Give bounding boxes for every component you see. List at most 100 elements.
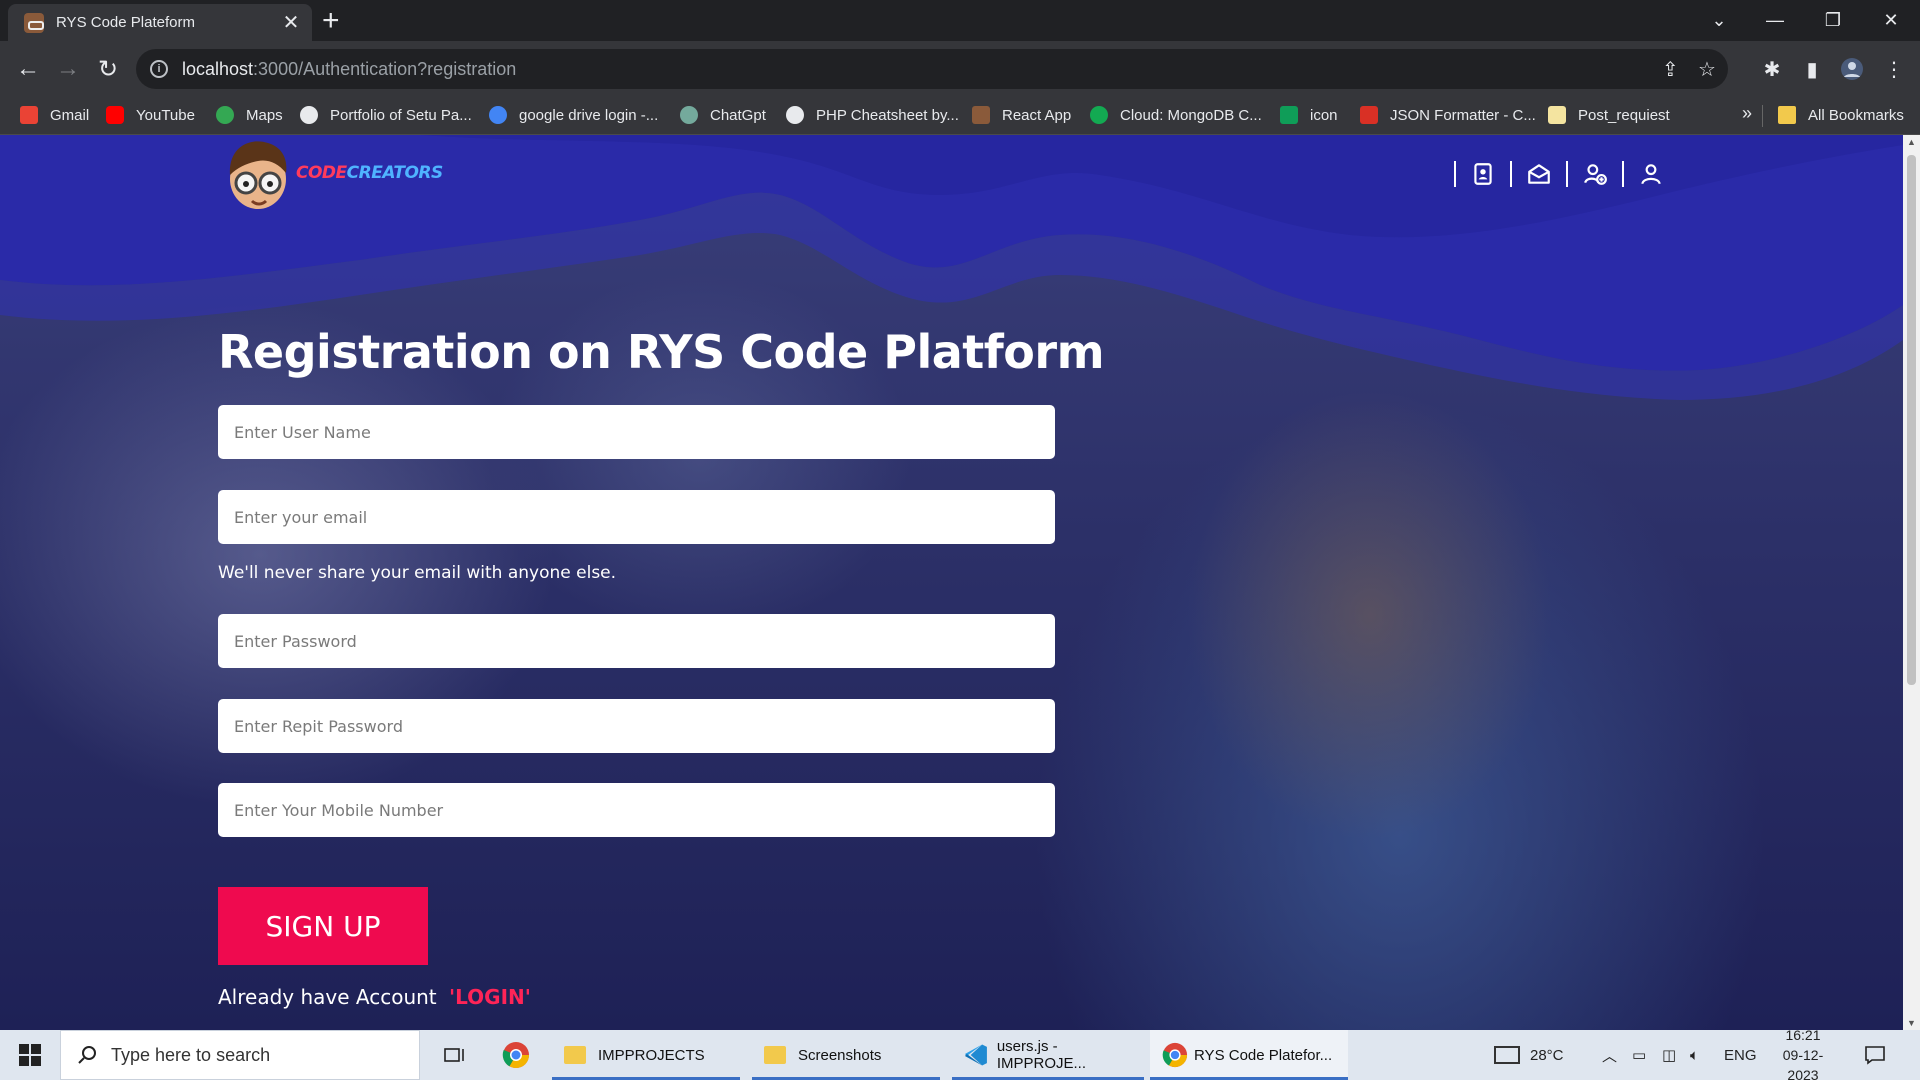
nav-divider	[1510, 161, 1512, 187]
taskbar-app-vscode[interactable]: users.js - IMPPROJE...	[952, 1030, 1144, 1080]
maps-icon	[216, 106, 234, 124]
site-favicon-icon	[24, 12, 44, 33]
bookmark-star-icon[interactable]: ☆	[1698, 57, 1716, 82]
json-formatter-icon	[1360, 106, 1378, 124]
url-host: localhost	[182, 58, 254, 79]
sign-up-button[interactable]: SIGN UP	[218, 887, 428, 965]
tab-title: RYS Code Plateform	[56, 14, 195, 31]
address-bar[interactable]: i localhost:3000/Authentication?registra…	[136, 49, 1728, 89]
add-user-icon[interactable]	[1582, 161, 1608, 187]
bookmark-mongodb[interactable]: Cloud: MongoDB C...	[1090, 106, 1262, 124]
tab-close-icon[interactable]: ✕	[280, 10, 302, 35]
chatgpt-icon	[680, 106, 698, 124]
tab-search-chevron-icon[interactable]: ⌄	[1690, 0, 1748, 40]
user-profile-icon[interactable]	[1638, 161, 1664, 187]
password-input[interactable]	[218, 614, 1055, 668]
tray-overflow-icon[interactable]: ︿	[1602, 1030, 1617, 1080]
repeat-password-input[interactable]	[218, 699, 1055, 753]
logo-wordmark[interactable]: CODECREATORS	[296, 163, 443, 183]
side-panel-icon[interactable]: ▮	[1798, 55, 1826, 83]
taskbar-search-placeholder: Type here to search	[111, 1044, 271, 1065]
email-input[interactable]	[218, 490, 1055, 544]
bookmark-post-request[interactable]: Post_requiest	[1548, 106, 1670, 124]
username-input[interactable]	[218, 405, 1055, 459]
forward-arrow-icon[interactable]: →	[52, 53, 84, 85]
bookmark-portfolio[interactable]: Portfolio of Setu Pa...	[300, 106, 472, 124]
taskbar-search-box[interactable]: Type here to search	[60, 1030, 420, 1080]
react-app-icon	[972, 106, 990, 124]
scrollbar-thumb[interactable]	[1907, 155, 1916, 685]
bookmarks-divider	[1762, 105, 1763, 127]
new-tab-button[interactable]: +	[322, 6, 340, 36]
browser-toolbar: ← → ↻ i localhost:3000/Authentication?re…	[0, 41, 1920, 97]
url-path: :3000/Authentication?registration	[253, 58, 517, 79]
profile-avatar-icon[interactable]	[1838, 55, 1866, 83]
bookmark-google-drive[interactable]: google drive login -...	[489, 106, 658, 124]
bookmark-youtube[interactable]: YouTube	[106, 106, 195, 124]
nav-divider	[1454, 161, 1456, 187]
clock-date: 09-12-2023	[1782, 1047, 1824, 1080]
scroll-up-arrow-icon[interactable]: ▲	[1903, 137, 1920, 147]
bookmark-chatgpt[interactable]: ChatGpt	[680, 106, 766, 124]
taskbar-app-impprojects[interactable]: IMPPROJECTS	[552, 1030, 740, 1080]
page-scrollbar[interactable]: ▲ ▼	[1903, 135, 1920, 1030]
close-window-button[interactable]: ✕	[1862, 0, 1920, 40]
notifications-icon[interactable]	[1864, 1030, 1886, 1080]
clock-time: 16:21	[1785, 1027, 1821, 1043]
back-arrow-icon[interactable]: ←	[12, 53, 44, 85]
bookmark-php-cheatsheet[interactable]: PHP Cheatsheet by...	[786, 106, 959, 124]
vscode-icon	[964, 1044, 987, 1066]
windows-logo-icon	[19, 1044, 41, 1066]
windows-taskbar: Type here to search IMPPROJECTS Screensh…	[0, 1027, 1920, 1080]
minimize-button[interactable]: —	[1746, 0, 1804, 40]
login-prompt: Already have Account 'LOGIN'	[218, 985, 531, 1009]
task-view-icon[interactable]	[432, 1030, 472, 1080]
search-icon	[78, 1046, 96, 1064]
login-link[interactable]: 'LOGIN'	[449, 985, 531, 1009]
bookmark-maps[interactable]: Maps	[216, 106, 283, 124]
browser-tab[interactable]: RYS Code Plateform ✕	[8, 4, 312, 41]
page-title: Registration on RYS Code Platform	[218, 325, 1105, 379]
folder-icon	[764, 1046, 786, 1064]
extensions-puzzle-icon[interactable]: ✱	[1758, 55, 1786, 83]
clock[interactable]: 16:21 09-12-2023	[1768, 1027, 1838, 1080]
windows-start-button[interactable]	[0, 1030, 60, 1080]
gmail-icon	[20, 106, 38, 124]
scroll-down-arrow-icon[interactable]: ▼	[1903, 1018, 1920, 1028]
folder-icon	[564, 1046, 586, 1064]
chrome-taskbar-icon[interactable]	[490, 1030, 540, 1080]
network-icon[interactable]: ◫	[1662, 1030, 1676, 1080]
taskbar-app-screenshots[interactable]: Screenshots	[752, 1030, 940, 1080]
mongodb-leaf-icon	[1090, 106, 1108, 124]
site-info-icon[interactable]: i	[150, 60, 168, 78]
sheets-icon	[1280, 106, 1298, 124]
more-bookmarks-chevron[interactable]: »	[1742, 103, 1752, 124]
nav-divider	[1566, 161, 1568, 187]
bookmarks-bar: Gmail YouTube Maps Portfolio of Setu Pa.…	[0, 97, 1920, 135]
weather-widget[interactable]: 28°C	[1494, 1030, 1564, 1080]
weather-icon	[1494, 1046, 1520, 1064]
bookmark-json-formatter[interactable]: JSON Formatter - C...	[1360, 106, 1536, 124]
nav-divider	[1622, 161, 1624, 187]
battery-icon[interactable]: ▭	[1632, 1030, 1646, 1080]
folder-icon	[1778, 106, 1796, 124]
bookmark-react-app[interactable]: React App	[972, 106, 1071, 124]
bookmark-gmail[interactable]: Gmail	[20, 106, 89, 124]
bookmark-icon[interactable]: icon	[1280, 106, 1338, 124]
chrome-icon	[1162, 1042, 1188, 1068]
globe-icon	[300, 106, 318, 124]
contact-card-icon[interactable]	[1470, 161, 1496, 187]
taskbar-app-chrome-rys[interactable]: RYS Code Platefor...	[1150, 1030, 1348, 1080]
share-icon[interactable]: ⇪	[1662, 57, 1679, 82]
volume-icon[interactable]: 🔈︎	[1690, 1030, 1699, 1080]
all-bookmarks-folder[interactable]: All Bookmarks	[1778, 106, 1904, 124]
reload-icon[interactable]: ↻	[92, 53, 124, 85]
chrome-menu-icon[interactable]: ⋮	[1880, 55, 1908, 83]
post-request-icon	[1548, 106, 1566, 124]
browser-tab-strip: RYS Code Plateform ✕ + ⌄ — ❐ ✕	[0, 0, 1920, 41]
language-indicator[interactable]: ENG	[1724, 1030, 1757, 1080]
mail-open-icon[interactable]	[1526, 161, 1552, 187]
restore-button[interactable]: ❐	[1804, 0, 1862, 40]
already-have-account-text: Already have Account	[218, 985, 437, 1009]
mobile-number-input[interactable]	[218, 783, 1055, 837]
